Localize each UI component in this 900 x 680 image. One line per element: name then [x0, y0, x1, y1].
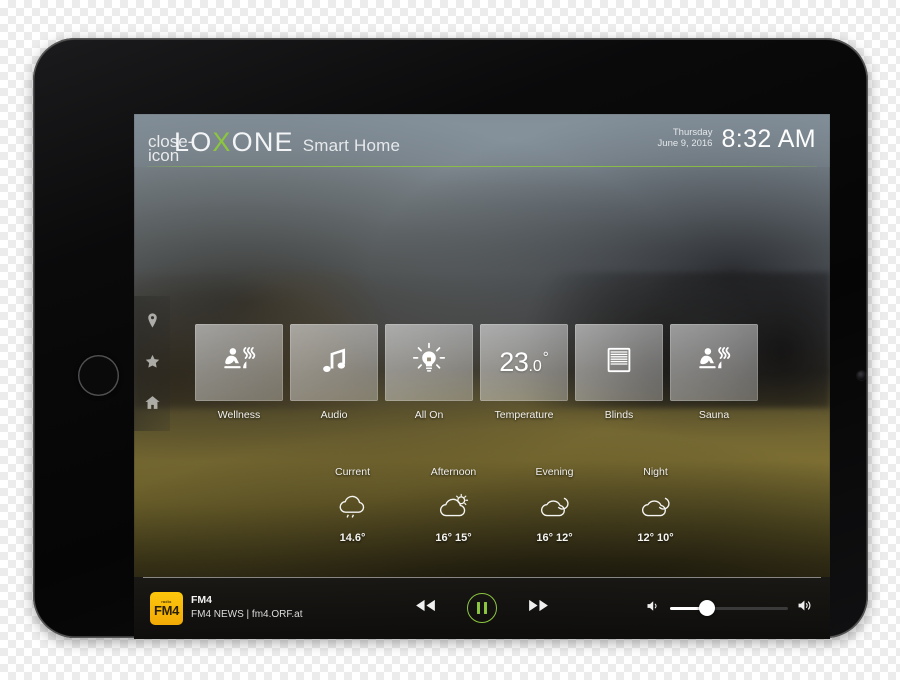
loxone-logo: LOXONE Smart Home: [174, 127, 400, 158]
play-pause-button[interactable]: [467, 593, 497, 623]
tile-temperature[interactable]: 23 .0 ° Temperature: [480, 324, 568, 421]
sauna-person-icon: [221, 342, 257, 383]
weather-column-afternoon[interactable]: Afternoon 16° 15°: [403, 466, 504, 544]
home-icon: [144, 394, 161, 416]
tile-blinds-surface[interactable]: [575, 324, 663, 401]
rail-item-home[interactable]: [142, 395, 162, 415]
header-divider: [147, 166, 817, 167]
brand-x-accent: X: [212, 127, 232, 157]
weather-forecast-row: Current 14.6° Afternoon 16° 15° Evening …: [302, 466, 706, 544]
tile-wellness-surface[interactable]: [195, 324, 283, 401]
tile-audio[interactable]: Audio: [290, 324, 378, 421]
tile-all-on[interactable]: All On: [385, 324, 473, 421]
tile-sauna[interactable]: Sauna: [670, 324, 758, 421]
tile-sauna-label: Sauna: [698, 409, 730, 421]
tile-all-on-label: All On: [414, 409, 444, 421]
device-home-button[interactable]: [78, 355, 119, 396]
weather-temperature: 16° 15°: [435, 532, 472, 544]
location-pin-icon: [144, 312, 161, 334]
fast-forward-icon: [527, 598, 550, 618]
tile-temperature-label: Temperature: [494, 409, 554, 421]
tablet-device-frame: close-icon LOXONE Smart Home Thursday Ju…: [33, 38, 868, 639]
volume-high-icon[interactable]: [797, 598, 814, 618]
moon-cloud-icon: [605, 487, 706, 527]
pause-bar-right: [483, 602, 488, 614]
tile-blinds[interactable]: Blinds: [575, 324, 663, 421]
brand-pre: LO: [174, 127, 213, 157]
weather-temperature: 14.6°: [339, 532, 366, 544]
moon-cloud-icon: [504, 487, 605, 527]
volume-slider[interactable]: [670, 600, 788, 616]
weather-temperature: 12° 10°: [637, 532, 674, 544]
weather-period-label: Night: [643, 466, 668, 478]
cloud-rain-icon: [302, 487, 403, 527]
brand-subtitle: Smart Home: [302, 136, 401, 155]
tile-wellness[interactable]: Wellness: [195, 324, 283, 421]
sauna-person-icon: [696, 342, 732, 383]
previous-button[interactable]: [414, 598, 437, 618]
sun-cloud-icon: [403, 487, 504, 527]
weekday-label: Thursday: [672, 127, 713, 138]
brand-wordmark: LOXONE: [174, 127, 294, 158]
weather-temperature: 16° 12°: [536, 532, 573, 544]
temperature-value: 23 .0 °: [499, 347, 549, 378]
weather-column-night[interactable]: Night 12° 10°: [605, 466, 706, 544]
volume-slider-thumb[interactable]: [698, 600, 715, 616]
tile-wellness-label: Wellness: [217, 409, 261, 421]
app-header: close-icon LOXONE Smart Home Thursday Ju…: [134, 114, 830, 167]
tile-temperature-surface[interactable]: 23 .0 °: [480, 324, 568, 401]
star-icon: [144, 353, 161, 375]
tablet-screen: close-icon LOXONE Smart Home Thursday Ju…: [134, 114, 830, 639]
rail-item-favorites[interactable]: [142, 354, 162, 374]
weather-column-current[interactable]: Current 14.6°: [302, 466, 403, 544]
header-date-block: Thursday June 9, 2016: [658, 127, 713, 152]
next-button[interactable]: [527, 598, 550, 618]
close-icon[interactable]: close-icon: [148, 133, 193, 164]
tile-blinds-label: Blinds: [604, 409, 634, 421]
temperature-integer: 23: [499, 347, 529, 377]
temperature-degree-symbol: °: [542, 349, 549, 366]
light-bulb-icon: [411, 342, 447, 383]
shortcut-tile-row: Wellness Audio All On 23 .0 ° Temperatur…: [195, 324, 758, 421]
tile-sauna-surface[interactable]: [670, 324, 758, 401]
weather-period-label: Evening: [535, 466, 574, 478]
weather-column-evening[interactable]: Evening 16° 12°: [504, 466, 605, 544]
brand-post: ONE: [231, 127, 294, 157]
screenshot-canvas: close-icon LOXONE Smart Home Thursday Ju…: [0, 0, 900, 680]
time-label: 8:32 AM: [721, 125, 816, 153]
rewind-icon: [414, 598, 437, 618]
tile-audio-label: Audio: [320, 409, 348, 421]
media-player-bar: radio FM4 FM4 FM4 NEWS | fm4.ORF.at: [134, 577, 830, 639]
tile-audio-surface[interactable]: [290, 324, 378, 401]
volume-control: [646, 598, 814, 618]
weather-period-label: Afternoon: [430, 466, 477, 478]
pause-icon: [476, 602, 488, 614]
device-front-camera: [857, 371, 866, 380]
date-label: June 9, 2016: [657, 138, 713, 149]
volume-low-icon[interactable]: [646, 599, 661, 618]
header-clock: Thursday June 9, 2016 8:32 AM: [658, 126, 816, 152]
weather-period-label: Current: [334, 466, 370, 478]
left-navigation-rail: [134, 296, 170, 431]
temperature-decimal: .0: [528, 358, 542, 375]
music-note-icon: [317, 343, 351, 382]
rail-item-location[interactable]: [142, 312, 162, 334]
tile-all-on-surface[interactable]: [385, 324, 473, 401]
blinds-icon: [603, 344, 635, 381]
